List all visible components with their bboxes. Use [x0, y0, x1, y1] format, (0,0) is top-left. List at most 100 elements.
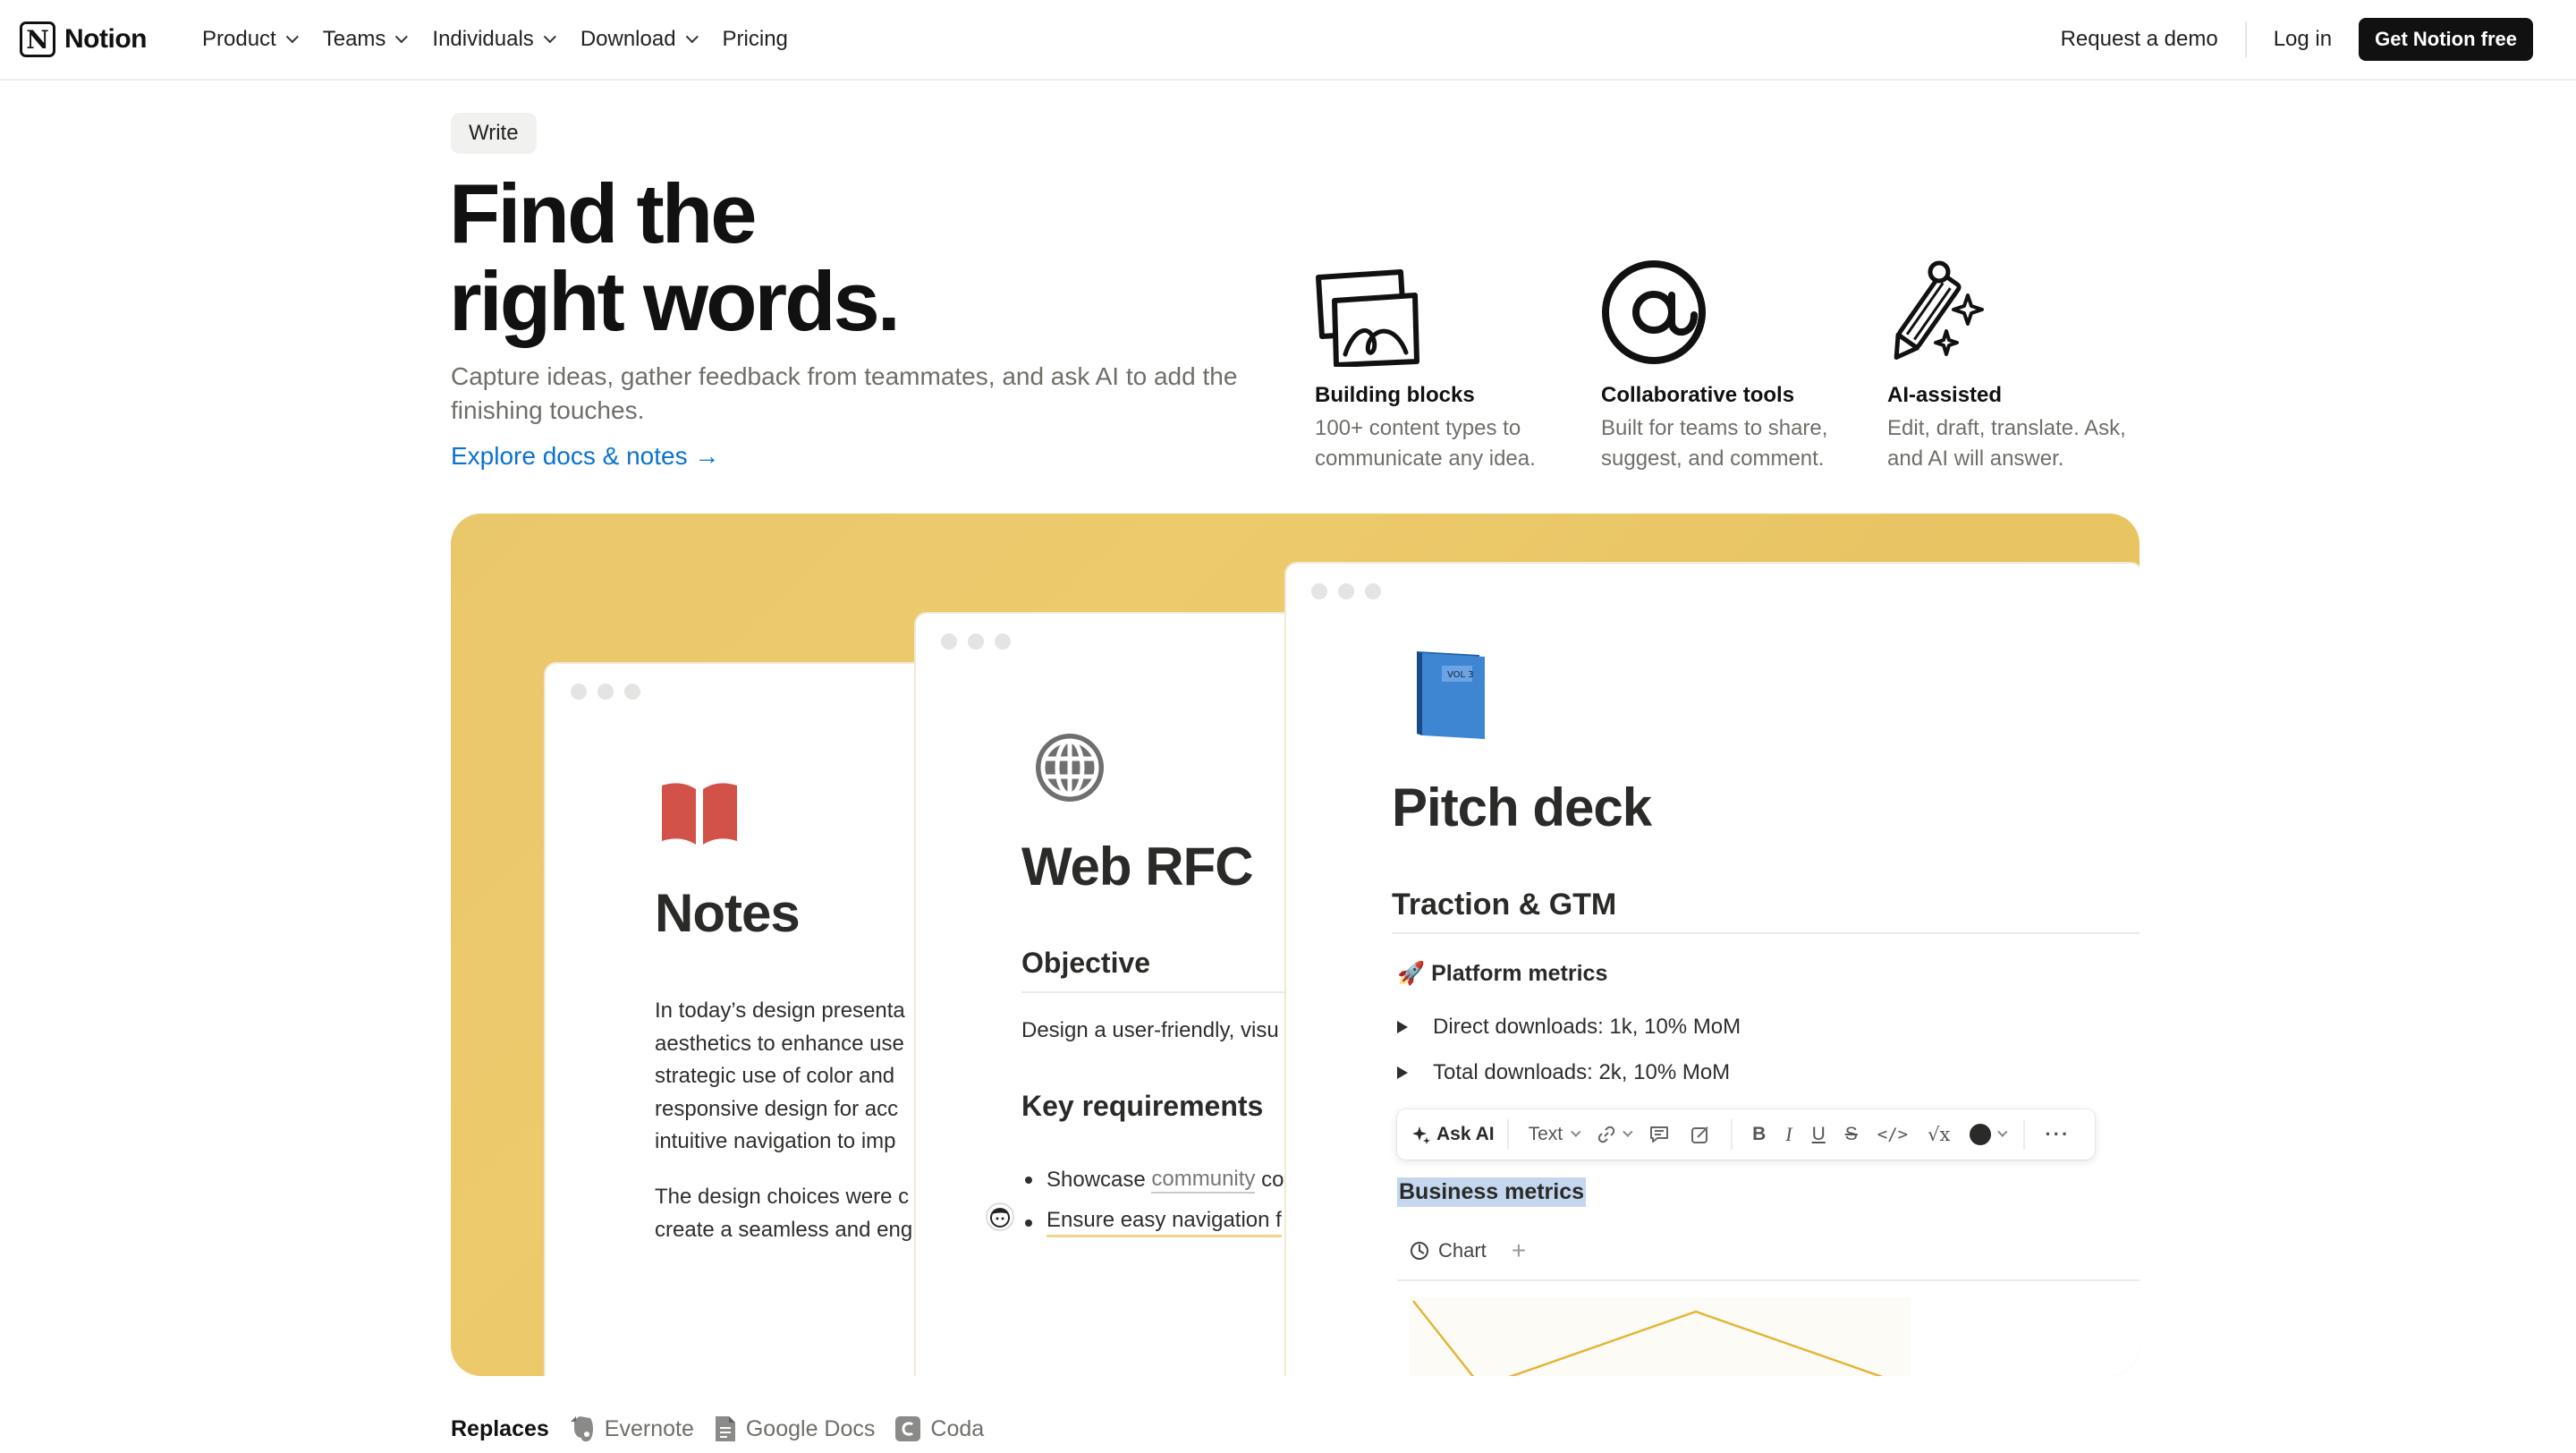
- replaces-google-docs-label: Google Docs: [745, 1415, 876, 1441]
- feature-title: AI-assisted: [1887, 383, 2003, 407]
- divider: [1397, 1279, 2140, 1281]
- code-icon[interactable]: </>: [1877, 1125, 1908, 1144]
- chevron-down-icon: [285, 30, 299, 44]
- toggle-label: Total downloads: 2k, 10% MoM: [1433, 1060, 1731, 1084]
- rfc-bullet-2: Ensure easy navigation f: [1025, 1208, 1282, 1237]
- replaces-evernote-label: Evernote: [604, 1415, 694, 1441]
- text-type-dropdown[interactable]: Text: [1528, 1124, 1581, 1145]
- add-view-icon[interactable]: +: [1512, 1236, 1526, 1265]
- rfc-requirements-heading: Key requirements: [1021, 1090, 1264, 1122]
- notes-line: intuitive navigation to imp: [655, 1129, 896, 1153]
- chart-tab[interactable]: Chart +: [1410, 1236, 1526, 1265]
- login-link[interactable]: Log in: [2247, 21, 2359, 57]
- evernote-icon: [570, 1416, 593, 1442]
- toggle-triangle-icon[interactable]: [1397, 1066, 1408, 1079]
- rfc-title: Web RFC: [1021, 837, 1254, 896]
- nav-individuals[interactable]: Individuals: [432, 27, 556, 52]
- replaces-google-docs: Google Docs: [714, 1415, 876, 1443]
- comment-highlight[interactable]: community: [1151, 1167, 1256, 1194]
- nav-individuals-label: Individuals: [432, 27, 534, 51]
- window-dots: [1311, 583, 1381, 599]
- get-notion-free-button[interactable]: Get Notion free: [2359, 18, 2533, 61]
- window-dots: [941, 633, 1011, 650]
- nav-pricing-label: Pricing: [722, 27, 788, 51]
- feature-title: Building blocks: [1315, 383, 1475, 407]
- hero-title-line2: right words.: [449, 254, 901, 348]
- more-options-icon[interactable]: ···: [2045, 1123, 2070, 1146]
- pitch-deck-card: VOL 3 Pitch deck Traction & GTM 🚀 Platfo…: [1284, 562, 2140, 1376]
- chart-area: [1410, 1297, 1911, 1376]
- link-icon: [1597, 1126, 1615, 1143]
- feature-desc: 100+ content types to communicate any id…: [1315, 416, 1536, 471]
- notion-logo[interactable]: N Notion: [20, 21, 147, 57]
- strikethrough-icon[interactable]: S: [1845, 1124, 1858, 1145]
- notes-line: create a seamless and eng: [655, 1217, 913, 1242]
- bold-icon[interactable]: B: [1752, 1124, 1766, 1145]
- nav-pricing[interactable]: Pricing: [723, 27, 788, 52]
- toolbar-divider: [1731, 1119, 1733, 1150]
- notes-line: In today’s design presenta: [655, 998, 905, 1023]
- color-picker-button[interactable]: [1970, 1124, 2008, 1145]
- blue-book-icon: VOL 3: [1417, 651, 1485, 739]
- image-blocks-icon: [1316, 269, 1419, 367]
- notes-paragraph-1: In today’s design presenta aesthetics to…: [655, 995, 905, 1159]
- pencil-sparkle-icon: [1894, 260, 1984, 361]
- replaces-evernote: Evernote: [569, 1415, 694, 1443]
- chevron-down-icon: [685, 30, 699, 44]
- toggle-total-downloads[interactable]: Total downloads: 2k, 10% MoM: [1397, 1060, 1730, 1085]
- link-button[interactable]: [1597, 1125, 1633, 1144]
- brand-name: Notion: [64, 24, 147, 54]
- nav-links: Product Teams Individuals Download Prici…: [202, 27, 788, 52]
- replaces-label: Replaces: [451, 1415, 549, 1441]
- pitch-title: Pitch deck: [1392, 777, 1652, 837]
- platform-metrics-heading: 🚀 Platform metrics: [1397, 961, 1608, 986]
- rfc-objective-text: Design a user-friendly, visu: [1021, 1018, 1279, 1042]
- ask-ai-button[interactable]: Ask AI: [1411, 1119, 1509, 1150]
- request-demo-link[interactable]: Request a demo: [2061, 21, 2247, 57]
- section-badge: Write: [451, 113, 537, 154]
- notes-paragraph-2: The design choices were c create a seaml…: [655, 1181, 912, 1246]
- nav-download[interactable]: Download: [580, 27, 699, 52]
- feature-title: Collaborative tools: [1601, 383, 1795, 407]
- chevron-down-icon: [1623, 1126, 1633, 1137]
- equation-icon[interactable]: √x: [1928, 1124, 1950, 1145]
- pitch-section-heading: Traction & GTM: [1392, 888, 1617, 922]
- toggle-triangle-icon[interactable]: [1397, 1021, 1408, 1033]
- nav-product-label: Product: [202, 27, 276, 51]
- suggest-edit-icon[interactable]: [1690, 1124, 1711, 1145]
- notes-line: responsive design for acc: [655, 1096, 899, 1121]
- nav-product[interactable]: Product: [202, 27, 299, 52]
- window-dots: [571, 684, 640, 700]
- underline-icon[interactable]: U: [1812, 1124, 1826, 1145]
- explore-docs-link[interactable]: Explore docs & notes →: [451, 442, 719, 471]
- coda-icon: [895, 1416, 921, 1441]
- toggle-direct-downloads[interactable]: Direct downloads: 1k, 10% MoM: [1397, 1015, 1741, 1040]
- selected-text-business-metrics[interactable]: Business metrics: [1397, 1177, 1587, 1207]
- text-type-label: Text: [1528, 1124, 1563, 1144]
- notes-title: Notes: [655, 883, 801, 943]
- comment-icon[interactable]: [1648, 1124, 1670, 1145]
- replaces-coda-label: Coda: [930, 1415, 985, 1441]
- hero-title-line1: Find the: [449, 166, 757, 260]
- italic-icon[interactable]: I: [1785, 1123, 1792, 1146]
- rfc-objective-heading: Objective: [1021, 947, 1151, 979]
- color-swatch-icon: [1970, 1124, 1992, 1145]
- chart-tab-label: Chart: [1438, 1239, 1487, 1262]
- hero-title: Find the right words.: [449, 166, 901, 348]
- top-navbar: N Notion Product Teams Individuals Downl…: [0, 0, 2576, 81]
- red-book-icon: [662, 783, 737, 845]
- bullet-text: Showcase: [1046, 1168, 1152, 1192]
- nav-actions: Request a demo Log in Get Notion free: [2061, 18, 2533, 61]
- nav-teams[interactable]: Teams: [323, 27, 409, 52]
- bullet-text-commented[interactable]: Ensure easy navigation f: [1046, 1208, 1282, 1237]
- toolbar-divider: [2023, 1119, 2026, 1150]
- svg-text:VOL 3: VOL 3: [1447, 670, 1474, 680]
- notes-line: The design choices were c: [655, 1185, 910, 1209]
- ai-sparkle-icon: [1412, 1126, 1430, 1144]
- nav-download-label: Download: [580, 27, 676, 51]
- chevron-down-icon: [1997, 1126, 2008, 1137]
- replaces-row: Replaces Evernote Google Docs Coda: [451, 1415, 984, 1443]
- format-toolbar: Ask AI Text B I U S </> √x ···: [1397, 1109, 2095, 1160]
- bullet-text: co: [1255, 1168, 1284, 1192]
- bullet-dot: [1025, 1177, 1032, 1184]
